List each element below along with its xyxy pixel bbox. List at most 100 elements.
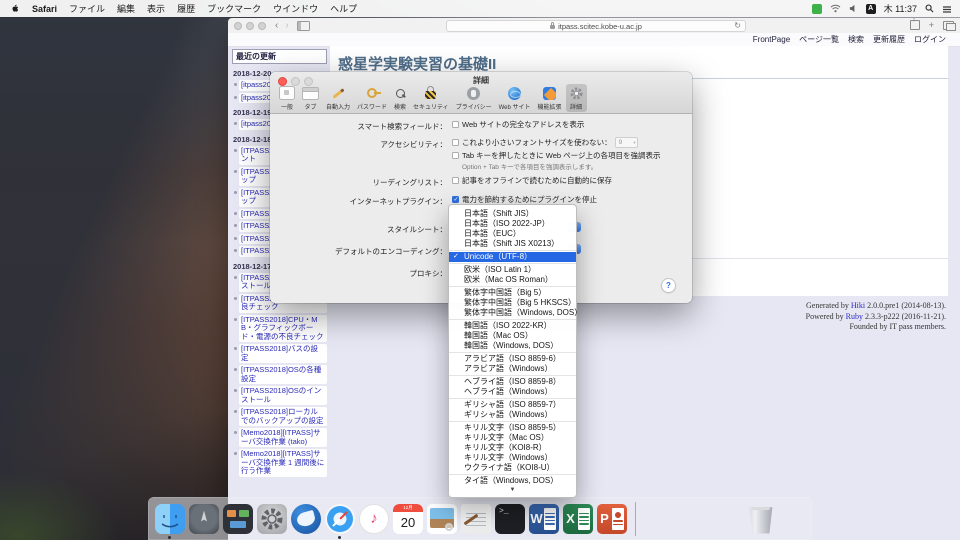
menu-history[interactable]: 履歴: [177, 2, 195, 15]
input-source-icon[interactable]: A: [866, 4, 876, 14]
menu-bookmarks[interactable]: ブックマーク: [207, 2, 261, 15]
menu-edit[interactable]: 編集: [117, 2, 135, 15]
dock-system-preferences[interactable]: [257, 504, 287, 534]
dock-finder[interactable]: [155, 504, 185, 534]
dock-textedit[interactable]: [461, 504, 491, 534]
scroll-down-arrow[interactable]: ▼: [449, 486, 576, 495]
dock-mission-control[interactable]: [223, 504, 253, 534]
notification-center-icon[interactable]: [942, 5, 952, 13]
dock-terminal[interactable]: >_: [495, 504, 525, 534]
list-item[interactable]: [Memo2018][ITPASS]サーバ交換作業 (tako): [234, 428, 327, 447]
list-item[interactable]: [ITPASS2018]OSの各種設定: [234, 365, 327, 384]
menu-item[interactable]: 日本語（Shift JIS X0213）: [449, 239, 576, 249]
menu-help[interactable]: ヘルプ: [330, 2, 357, 15]
apple-icon[interactable]: [10, 3, 20, 14]
dock-thunderbird[interactable]: [291, 504, 321, 534]
menu-item[interactable]: キリル文字（ISO 8859-5）: [449, 423, 576, 433]
new-tab-button[interactable]: +: [929, 21, 934, 30]
wiki-link[interactable]: [ITPASS2018]ローカルでのバックアップの設定: [239, 407, 327, 426]
tab-passwords[interactable]: パスワード: [354, 84, 390, 112]
menu-item[interactable]: アラビア語（ISO 8859-6）: [449, 354, 576, 364]
menu-item[interactable]: 繁体字中国語（Windows, DOS）: [449, 308, 576, 318]
dock-powerpoint[interactable]: P: [597, 504, 627, 534]
tab-overview-icon[interactable]: [943, 21, 954, 30]
menu-bar-clock[interactable]: 木 11:37: [884, 2, 917, 15]
checkbox-tab-highlight[interactable]: [452, 152, 459, 159]
menu-item[interactable]: タイ語（Windows, DOS）: [449, 476, 576, 486]
tab-privacy[interactable]: プライバシー: [453, 84, 495, 112]
menu-item[interactable]: ウクライナ語（KOI8-U）: [449, 463, 576, 473]
zoom-button[interactable]: [258, 22, 266, 30]
menu-item[interactable]: 繁体字中国語（Big 5 HKSCS）: [449, 298, 576, 308]
dock-safari[interactable]: [325, 504, 355, 534]
checkbox-full-address[interactable]: [452, 121, 459, 128]
menu-view[interactable]: 表示: [147, 2, 165, 15]
menu-item[interactable]: 韓国語（ISO 2022-KR）: [449, 321, 576, 331]
menu-item[interactable]: ヘブライ語（ISO 8859-8）: [449, 377, 576, 387]
nav-page-list[interactable]: ページ一覧: [799, 34, 839, 45]
menu-item[interactable]: ヘブライ語（Windows）: [449, 387, 576, 397]
dock-calendar[interactable]: 12月20: [393, 504, 423, 534]
nav-history[interactable]: 更新履歴: [873, 34, 905, 45]
checkbox-offline-save[interactable]: [452, 177, 459, 184]
font-size-select[interactable]: 9▾: [615, 137, 638, 148]
menu-item[interactable]: 日本語（EUC）: [449, 229, 576, 239]
menu-safari[interactable]: Safari: [32, 4, 57, 14]
menu-item[interactable]: ギリシャ語（Windows）: [449, 410, 576, 420]
wifi-icon[interactable]: [830, 4, 841, 13]
nav-search[interactable]: 検索: [848, 34, 864, 45]
menu-item-selected[interactable]: ✓Unicode（UTF-8）: [449, 252, 576, 262]
menu-item[interactable]: キリル文字（Mac OS）: [449, 433, 576, 443]
list-item[interactable]: [Memo2018][ITPASS]サーバ交換作業 1 週間後に行う作業: [234, 449, 327, 477]
menu-item[interactable]: キリル文字（Windows）: [449, 453, 576, 463]
checkbox-power-save[interactable]: [452, 196, 459, 203]
tab-websites[interactable]: Web サイト: [496, 84, 534, 112]
dock-folder-applications[interactable]: A: [644, 504, 674, 534]
checkbox-min-font-size[interactable]: [452, 139, 459, 146]
back-button[interactable]: ‹: [275, 21, 278, 31]
dock-folder-documents[interactable]: ▤: [678, 504, 708, 534]
reload-icon[interactable]: ↻: [734, 21, 741, 30]
wiki-link[interactable]: [ITPASS2018]バスの設定: [239, 344, 327, 363]
list-item[interactable]: [ITPASS2018]バスの設定: [234, 344, 327, 363]
menu-item[interactable]: アラビア語（Windows）: [449, 364, 576, 374]
nav-login[interactable]: ログイン: [914, 34, 946, 45]
list-item[interactable]: [ITPASS2018]OSのインストール: [234, 386, 327, 405]
dock-itunes[interactable]: ♪: [359, 504, 389, 534]
tab-advanced[interactable]: 詳細: [566, 84, 587, 112]
spotlight-icon[interactable]: [925, 4, 934, 13]
menu-file[interactable]: ファイル: [69, 2, 105, 15]
menu-item[interactable]: キリル文字（KOI8-R）: [449, 443, 576, 453]
menu-item[interactable]: ギリシャ語（ISO 8859-7）: [449, 400, 576, 410]
menu-item[interactable]: 日本語（ISO 2022-JP）: [449, 219, 576, 229]
wiki-link[interactable]: [ITPASS2018]CPU・MB・グラフィックボード・電源の不良チェック: [239, 315, 327, 343]
dock-trash[interactable]: [746, 504, 776, 534]
dock-word[interactable]: W: [529, 504, 559, 534]
menu-item[interactable]: 欧米（ISO Latin 1）: [449, 265, 576, 275]
help-button[interactable]: ?: [661, 278, 676, 293]
dock-excel[interactable]: X: [563, 504, 593, 534]
address-bar[interactable]: itpass.scitec.kobe-u.ac.jp ↻: [446, 20, 746, 32]
dock-folder-downloads[interactable]: ↓: [712, 504, 742, 534]
wiki-link[interactable]: [Memo2018][ITPASS]サーバ交換作業 (tako): [239, 428, 327, 447]
sidebar-toggle-icon[interactable]: [297, 21, 310, 31]
menu-item[interactable]: 韓国語（Mac OS）: [449, 331, 576, 341]
wiki-link[interactable]: [ITPASS2018]OSの各種設定: [239, 365, 327, 384]
minimize-button[interactable]: [246, 22, 254, 30]
nav-frontpage[interactable]: FrontPage: [753, 35, 790, 44]
forward-button[interactable]: ›: [285, 21, 288, 31]
tab-extensions[interactable]: 機能拡張: [534, 84, 564, 112]
wiki-link[interactable]: [Memo2018][ITPASS]サーバ交換作業 1 週間後に行う作業: [239, 449, 327, 477]
menu-item[interactable]: 欧米（Mac OS Roman）: [449, 275, 576, 285]
tab-search[interactable]: 検索: [391, 84, 409, 112]
tab-tabs[interactable]: タブ: [299, 84, 322, 112]
ruby-link[interactable]: Ruby: [846, 312, 863, 321]
menu-item[interactable]: 繁体字中国語（Big 5）: [449, 288, 576, 298]
dock-launchpad[interactable]: [189, 504, 219, 534]
menu-window[interactable]: ウインドウ: [273, 2, 318, 15]
wiki-link[interactable]: [ITPASS2018]OSのインストール: [239, 386, 327, 405]
dock-preview[interactable]: [427, 504, 457, 534]
list-item[interactable]: [ITPASS2018]CPU・MB・グラフィックボード・電源の不良チェック: [234, 315, 327, 343]
hiki-link[interactable]: Hiki: [851, 301, 865, 310]
menu-item[interactable]: 日本語（Shift JIS）: [449, 209, 576, 219]
